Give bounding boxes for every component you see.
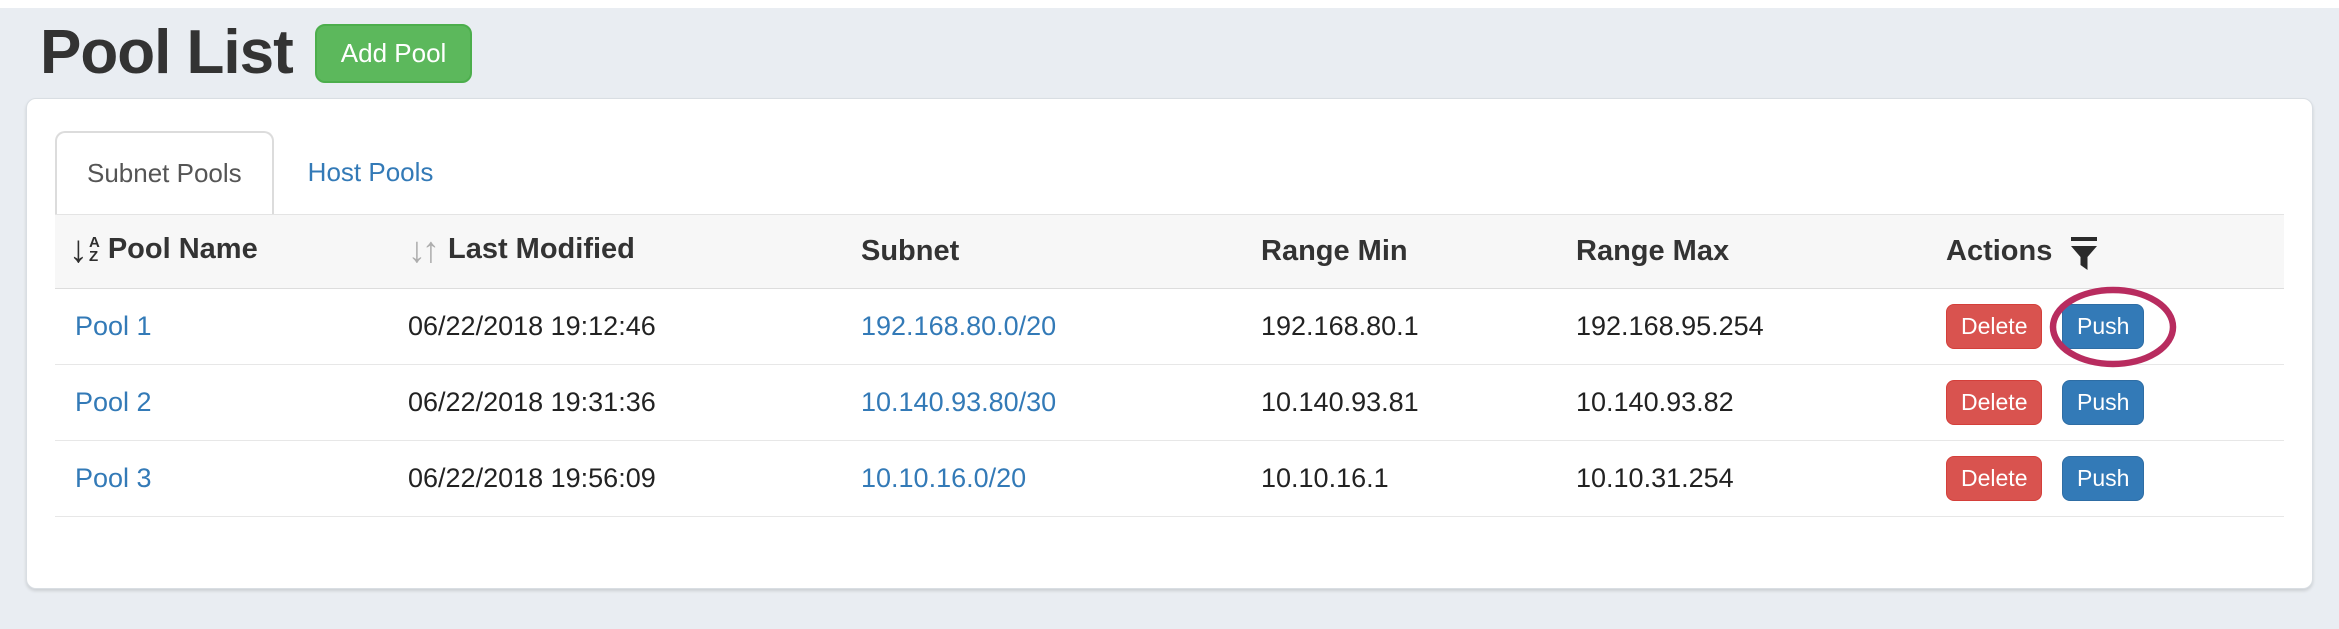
- column-header-range-min[interactable]: Range Min: [1241, 215, 1556, 289]
- table-row: Pool 1 06/22/2018 19:12:46 192.168.80.0/…: [55, 289, 2284, 365]
- range-max-value: 10.10.31.254: [1556, 441, 1926, 517]
- page-title: Pool List: [40, 22, 293, 84]
- last-modified-value: 06/22/2018 19:31:36: [388, 365, 841, 441]
- pool-list-panel: Subnet Pools Host Pools ↓AZ Pool Name ↓↑: [26, 98, 2313, 589]
- tab-bar: Subnet Pools Host Pools: [55, 131, 2284, 214]
- range-max-value: 10.140.93.82: [1556, 365, 1926, 441]
- subnet-link[interactable]: 10.10.16.0/20: [861, 463, 1026, 493]
- pool-name-link[interactable]: Pool 2: [75, 387, 152, 417]
- subnet-link[interactable]: 10.140.93.80/30: [861, 387, 1056, 417]
- page-header: Pool List Add Pool: [40, 22, 472, 84]
- pool-name-link[interactable]: Pool 3: [75, 463, 152, 493]
- push-button[interactable]: Push: [2062, 456, 2144, 501]
- column-header-actions: Actions: [1926, 215, 2284, 289]
- range-max-value: 192.168.95.254: [1556, 289, 1926, 365]
- subnet-link[interactable]: 192.168.80.0/20: [861, 311, 1056, 341]
- top-strip: [0, 0, 2339, 8]
- subnet-pools-table: ↓AZ Pool Name ↓↑ Last Modified Subnet Ra…: [55, 214, 2284, 517]
- column-header-range-max[interactable]: Range Max: [1556, 215, 1926, 289]
- range-min-value: 10.140.93.81: [1241, 365, 1556, 441]
- pool-name-link[interactable]: Pool 1: [75, 311, 152, 341]
- delete-button[interactable]: Delete: [1946, 456, 2042, 501]
- column-header-last-modified[interactable]: ↓↑ Last Modified: [388, 215, 841, 289]
- last-modified-value: 06/22/2018 19:56:09: [388, 441, 841, 517]
- range-min-value: 10.10.16.1: [1241, 441, 1556, 517]
- last-modified-value: 06/22/2018 19:12:46: [388, 289, 841, 365]
- tab-subnet-pools[interactable]: Subnet Pools: [55, 131, 274, 214]
- tab-host-pools[interactable]: Host Pools: [278, 131, 464, 214]
- tab-subnet-pools-label: Subnet Pools: [87, 158, 242, 189]
- column-header-subnet[interactable]: Subnet: [841, 215, 1241, 289]
- table-row: Pool 3 06/22/2018 19:56:09 10.10.16.0/20…: [55, 441, 2284, 517]
- range-min-value: 192.168.80.1: [1241, 289, 1556, 365]
- push-button[interactable]: Push: [2062, 304, 2144, 349]
- filter-icon[interactable]: [2070, 236, 2098, 272]
- tab-host-pools-label: Host Pools: [308, 157, 434, 188]
- table-row: Pool 2 06/22/2018 19:31:36 10.140.93.80/…: [55, 365, 2284, 441]
- add-pool-button[interactable]: Add Pool: [315, 24, 473, 83]
- delete-button[interactable]: Delete: [1946, 304, 2042, 349]
- push-button[interactable]: Push: [2062, 380, 2144, 425]
- table-header-row: ↓AZ Pool Name ↓↑ Last Modified Subnet Ra…: [55, 215, 2284, 289]
- delete-button[interactable]: Delete: [1946, 380, 2042, 425]
- column-header-pool-name[interactable]: ↓AZ Pool Name: [55, 215, 388, 289]
- sort-updown-icon[interactable]: ↓↑: [408, 236, 436, 265]
- sort-alpha-down-icon[interactable]: ↓AZ: [69, 235, 100, 265]
